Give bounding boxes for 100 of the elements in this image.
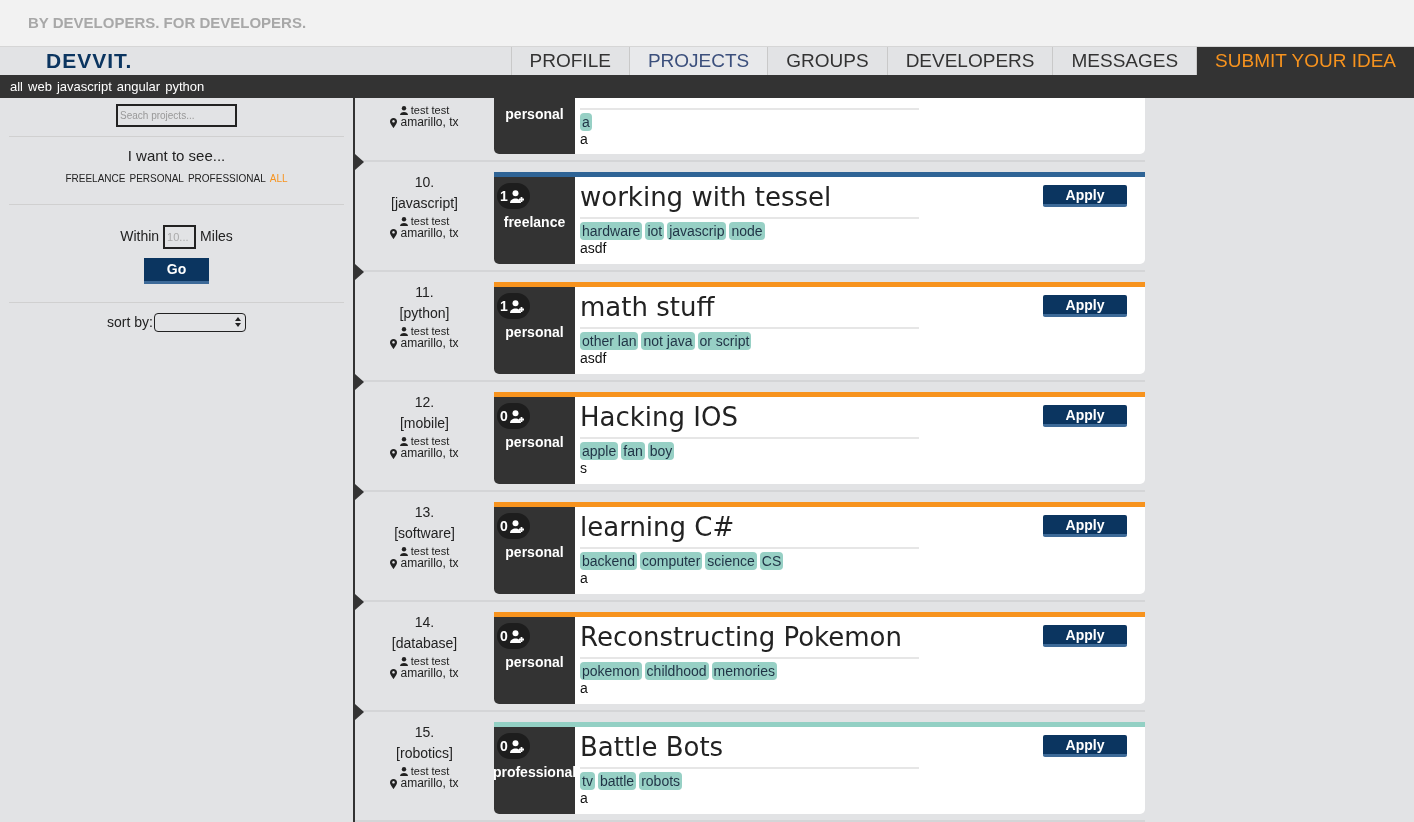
type-filter-link[interactable]: PERSONAL bbox=[129, 170, 184, 186]
project-type: professional bbox=[492, 763, 577, 783]
project-category: [software] bbox=[394, 524, 455, 544]
project-tag[interactable]: childhood bbox=[644, 662, 709, 681]
project-owner: test test bbox=[399, 325, 450, 338]
project-title: Hacking IOS bbox=[580, 401, 739, 435]
filter-heading: I want to see... bbox=[127, 146, 226, 166]
project-type: personal bbox=[505, 105, 564, 124]
project-location: amarillo, tx bbox=[390, 557, 459, 571]
project-tag[interactable]: or script bbox=[697, 332, 752, 351]
apply-button[interactable]: Apply bbox=[1043, 295, 1127, 318]
sort-label: sort by: bbox=[107, 312, 153, 332]
submit-idea-tab[interactable]: SUBMIT YOUR IDEA bbox=[1196, 47, 1414, 75]
location-pin-icon bbox=[390, 228, 398, 239]
apply-button[interactable]: Apply bbox=[1043, 515, 1127, 538]
project-tag[interactable]: not java bbox=[641, 332, 695, 351]
project-owner: test test bbox=[399, 655, 450, 668]
project-tag[interactable]: battle bbox=[597, 772, 637, 791]
project-tag[interactable]: pokemon bbox=[580, 662, 642, 681]
miles-field[interactable]: 10... bbox=[163, 224, 197, 249]
sort-dropdown[interactable] bbox=[153, 312, 246, 332]
category-link[interactable]: angular bbox=[116, 76, 161, 97]
category-link[interactable]: javascript bbox=[56, 76, 112, 97]
member-count: 1 bbox=[500, 186, 508, 206]
category-link[interactable]: web bbox=[28, 76, 52, 97]
search-field[interactable]: Seach projects... bbox=[116, 104, 237, 127]
user-icon bbox=[399, 436, 408, 446]
add-user-icon bbox=[509, 519, 525, 533]
project-type: freelance bbox=[503, 213, 566, 233]
member-count: 0 bbox=[500, 406, 508, 426]
project-type: personal bbox=[505, 433, 564, 453]
category-link[interactable]: all bbox=[10, 76, 23, 97]
project-tag[interactable]: javascrip bbox=[667, 222, 727, 241]
project-tag[interactable]: apple bbox=[580, 442, 619, 461]
project-tag[interactable]: robots bbox=[639, 772, 683, 791]
add-user-icon bbox=[509, 739, 525, 753]
project-description: a bbox=[580, 680, 589, 698]
member-count: 0 bbox=[500, 736, 508, 756]
project-tag[interactable]: memories bbox=[711, 662, 777, 681]
nav-tab[interactable]: PROJECTS bbox=[628, 47, 768, 75]
apply-button[interactable]: Apply bbox=[1043, 625, 1127, 648]
project-location: amarillo, tx bbox=[390, 777, 459, 791]
location-pin-icon bbox=[390, 338, 398, 349]
project-number: 10. bbox=[414, 173, 435, 193]
project-tag[interactable]: node bbox=[729, 222, 765, 241]
project-tag[interactable]: backend bbox=[580, 552, 637, 571]
project-description: a bbox=[580, 570, 589, 588]
category-link[interactable]: python bbox=[165, 76, 205, 97]
add-user-icon bbox=[509, 299, 525, 313]
project-tag[interactable]: a bbox=[580, 113, 592, 131]
project-owner: test test bbox=[399, 765, 450, 778]
project-category: [javascript] bbox=[391, 194, 458, 214]
member-count: 0 bbox=[500, 626, 508, 646]
project-location: amarillo, tx bbox=[390, 116, 459, 129]
project-owner: test test bbox=[399, 104, 450, 116]
project-tag[interactable]: boy bbox=[647, 442, 675, 461]
project-number: 12. bbox=[414, 393, 435, 413]
project-tag[interactable]: iot bbox=[645, 222, 665, 241]
project-tag[interactable]: other lan bbox=[580, 332, 639, 351]
project-tag[interactable]: CS bbox=[759, 552, 784, 571]
user-icon bbox=[399, 326, 408, 336]
project-description: asdf bbox=[580, 350, 608, 368]
project-title: Battle Bots bbox=[580, 731, 725, 765]
apply-button[interactable]: Apply bbox=[1043, 405, 1127, 428]
project-tag[interactable]: tv bbox=[580, 772, 595, 791]
project-owner: test test bbox=[399, 545, 450, 558]
member-count: 1 bbox=[500, 296, 508, 316]
member-count: 0 bbox=[500, 516, 508, 536]
miles-label: Miles bbox=[200, 227, 233, 246]
project-tag[interactable]: fan bbox=[621, 442, 645, 461]
tagline: BY DEVELOPERS. FOR DEVELOPERS. bbox=[28, 12, 307, 33]
apply-button[interactable]: Apply bbox=[1043, 735, 1127, 758]
add-user-icon bbox=[509, 189, 525, 203]
logo[interactable]: DEVVIT. bbox=[46, 48, 133, 74]
project-location: amarillo, tx bbox=[390, 227, 459, 241]
project-location: amarillo, tx bbox=[390, 667, 459, 681]
project-description: s bbox=[580, 460, 588, 478]
type-filter-link[interactable]: PROFESSIONAL bbox=[187, 170, 266, 186]
type-filter-link[interactable]: FREELANCE bbox=[65, 170, 126, 186]
dropdown-arrows-icon bbox=[234, 317, 241, 327]
within-label: Within bbox=[120, 227, 160, 246]
project-category: [robotics] bbox=[396, 744, 453, 764]
project-location: amarillo, tx bbox=[390, 337, 459, 351]
location-pin-icon bbox=[390, 778, 398, 789]
project-title: working with tessel bbox=[580, 181, 833, 215]
location-pin-icon bbox=[390, 117, 398, 128]
project-tag[interactable]: science bbox=[705, 552, 757, 571]
location-pin-icon bbox=[390, 668, 398, 679]
location-pin-icon bbox=[390, 448, 398, 459]
project-number: 11. bbox=[415, 283, 434, 303]
apply-button[interactable]: Apply bbox=[1043, 185, 1127, 208]
project-type: personal bbox=[505, 653, 564, 673]
project-description: a bbox=[580, 790, 589, 808]
go-button[interactable]: Go bbox=[144, 257, 209, 284]
project-tag[interactable]: hardware bbox=[580, 222, 643, 241]
project-description: a bbox=[580, 131, 589, 148]
project-title: Reconstructing Pokemon bbox=[580, 621, 903, 655]
add-user-icon bbox=[509, 629, 525, 643]
project-category: [database] bbox=[391, 634, 458, 654]
project-tag[interactable]: computer bbox=[639, 552, 703, 571]
